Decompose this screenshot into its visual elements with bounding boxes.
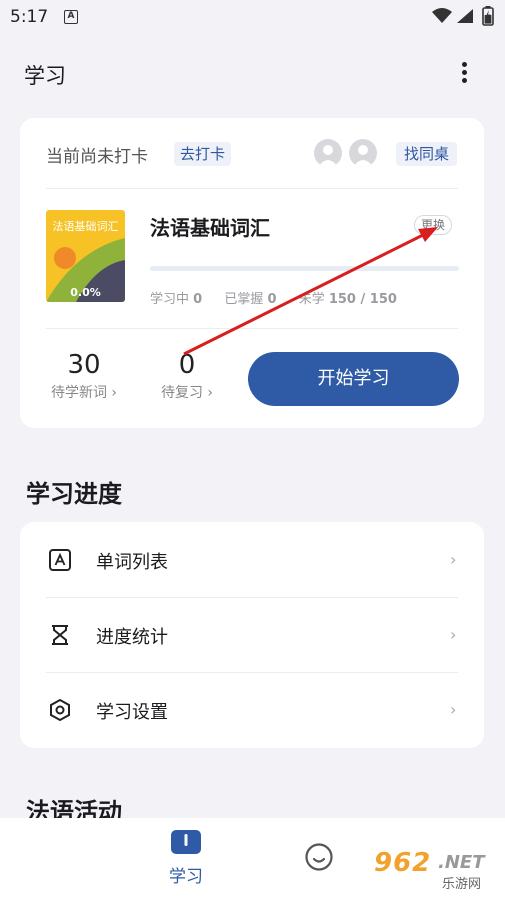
start-learning-button[interactable]: 开始学习 <box>248 352 459 406</box>
signal-icon <box>457 9 473 23</box>
new-words-counter[interactable]: 30 待学新词 › <box>46 350 122 402</box>
status-time: 5:17 <box>10 7 49 27</box>
more-dot-icon <box>462 62 467 67</box>
status-bar: 5:17 A <box>0 0 505 36</box>
book-title: 法语基础词汇 <box>150 216 270 240</box>
review-counter[interactable]: 0 待复习 › <box>156 350 218 402</box>
new-words-label: 待学新词 › <box>50 385 118 401</box>
book-cover[interactable]: 法语基础词汇 0.0% <box>46 210 125 302</box>
settings-hexagon-icon <box>50 698 70 722</box>
review-label: 待复习 › <box>160 385 214 401</box>
menu-item-label: 进度统计 <box>96 627 168 648</box>
more-dot-icon <box>462 78 467 83</box>
book-stats: 学习中 0 已掌握 0 未学 150 / 150 <box>150 288 397 307</box>
battery-icon <box>482 6 494 26</box>
menu-item-word-list[interactable]: 单词列表 › <box>20 522 484 597</box>
cover-progress: 0.0% <box>70 286 101 299</box>
more-dot-icon <box>462 70 467 75</box>
word-list-icon <box>49 549 71 571</box>
more-options-button[interactable] <box>454 58 476 88</box>
watermark-number: 962 <box>374 848 432 878</box>
chevron-right-icon: › <box>450 625 457 644</box>
stat-mastered: 已掌握 0 <box>224 292 277 307</box>
review-count: 0 <box>178 350 196 380</box>
watermark-net: .NET <box>438 852 485 873</box>
avatar[interactable] <box>314 139 342 167</box>
checkin-button[interactable]: 去打卡 <box>174 142 232 166</box>
change-book-button[interactable]: 更换 <box>414 215 453 235</box>
stat-learning: 学习中 0 <box>150 292 203 307</box>
avatar[interactable] <box>349 139 377 167</box>
progress-section-heading: 学习进度 <box>26 480 122 508</box>
divider <box>46 188 458 189</box>
study-card: 当前尚未打卡 去打卡 找同桌 法语基础词汇 0.0% 法语基础词汇 更换 学习中… <box>20 118 484 428</box>
stat-unlearned: 未学 150 / 150 <box>298 292 397 307</box>
find-deskmate-button[interactable]: 找同桌 <box>396 142 458 166</box>
notification-icon: A <box>64 10 78 24</box>
chevron-right-icon: › <box>450 700 457 719</box>
menu-item-progress-stats[interactable]: 进度统计 › <box>20 597 484 672</box>
site-watermark: 962 .NET 乐游网 <box>368 848 502 892</box>
book-progress-bar <box>150 266 459 271</box>
new-words-count: 30 <box>67 350 101 380</box>
checkin-status: 当前尚未打卡 <box>46 147 148 167</box>
wifi-icon <box>432 8 452 23</box>
menu-item-label: 单词列表 <box>96 552 168 573</box>
nav-tab-study[interactable]: 学习 <box>164 830 208 890</box>
menu-item-label: 学习设置 <box>96 702 168 723</box>
chevron-right-icon: › <box>450 550 457 569</box>
user-silhouette-icon <box>353 145 373 167</box>
book-icon <box>171 830 201 854</box>
divider <box>46 328 458 329</box>
bottom-nav: 学习 962 .NET 乐游网 <box>0 818 505 897</box>
nav-tab-profile[interactable] <box>304 842 334 872</box>
nav-tab-label: 学习 <box>169 867 203 887</box>
menu-item-study-settings[interactable]: 学习设置 › <box>20 672 484 747</box>
watermark-site-name: 乐游网 <box>442 877 482 892</box>
page-title: 学习 <box>24 64 66 88</box>
progress-menu: 单词列表 › 进度统计 › 学习设置 › <box>20 522 484 748</box>
user-silhouette-icon <box>318 145 338 167</box>
hourglass-icon <box>52 625 68 645</box>
